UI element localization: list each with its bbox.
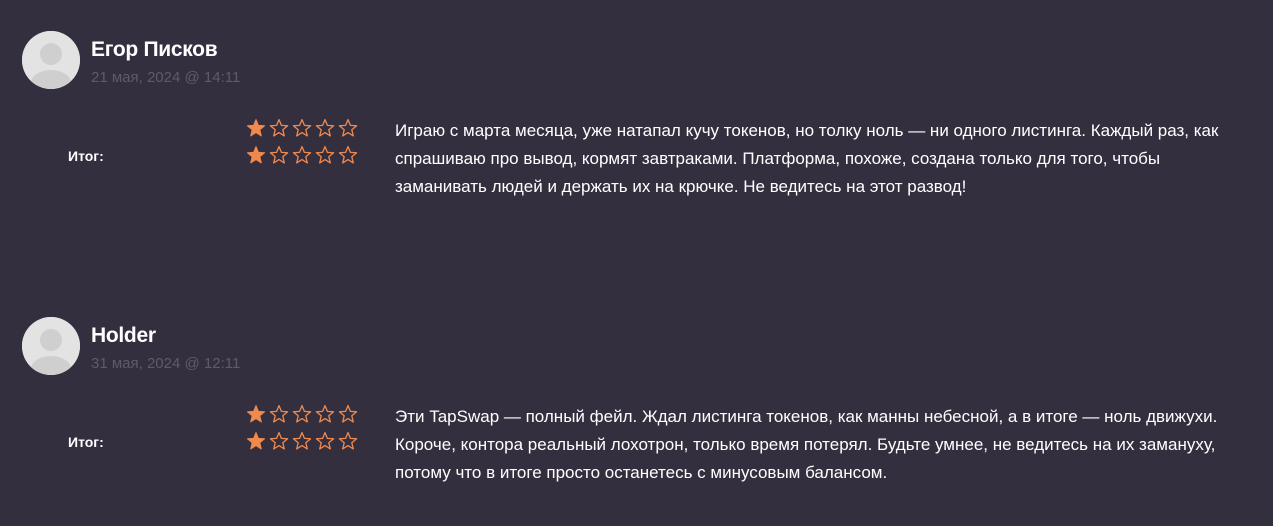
star-outline-icon — [292, 431, 312, 450]
star-outline-icon — [338, 145, 358, 164]
rating-stars — [246, 145, 358, 165]
star-outline-icon — [315, 145, 335, 164]
star-outline-icon — [338, 118, 358, 137]
avatar-icon — [22, 317, 80, 375]
star-filled-icon — [246, 119, 266, 137]
review-author: Holder — [91, 324, 156, 347]
avatar-icon — [22, 31, 80, 89]
star-outline-icon — [269, 118, 289, 137]
review-date: 21 мая, 2024 @ 14:11 — [91, 69, 241, 86]
star-outline-icon — [338, 431, 358, 450]
star-filled-icon — [246, 405, 266, 423]
rating-stars — [246, 118, 358, 138]
star-outline-icon — [269, 431, 289, 450]
total-rating-label: Итог: — [68, 148, 104, 164]
star-outline-icon — [315, 431, 335, 450]
review-text: Играю с марта месяца, уже натапал кучу т… — [395, 121, 1219, 196]
star-outline-icon — [292, 118, 312, 137]
star-outline-icon — [292, 145, 312, 164]
review-item: Егор Писков 21 мая, 2024 @ 14:11 Итог: И… — [0, 31, 1273, 231]
review-text: Эти TapSwap — полный фейл. Ждал листинга… — [395, 407, 1218, 482]
rating-stars — [246, 404, 358, 424]
review-author: Егор Писков — [91, 38, 218, 61]
star-outline-icon — [315, 404, 335, 423]
star-outline-icon — [315, 118, 335, 137]
star-outline-icon — [269, 404, 289, 423]
total-rating-label: Итог: — [68, 434, 104, 450]
star-filled-icon — [246, 432, 266, 450]
star-outline-icon — [292, 404, 312, 423]
star-outline-icon — [338, 404, 358, 423]
star-filled-icon — [246, 146, 266, 164]
star-outline-icon — [269, 145, 289, 164]
review-item: Holder 31 мая, 2024 @ 12:11 Итог: Эти Ta… — [0, 317, 1273, 517]
rating-stars — [246, 431, 358, 451]
review-date: 31 мая, 2024 @ 12:11 — [91, 355, 241, 372]
